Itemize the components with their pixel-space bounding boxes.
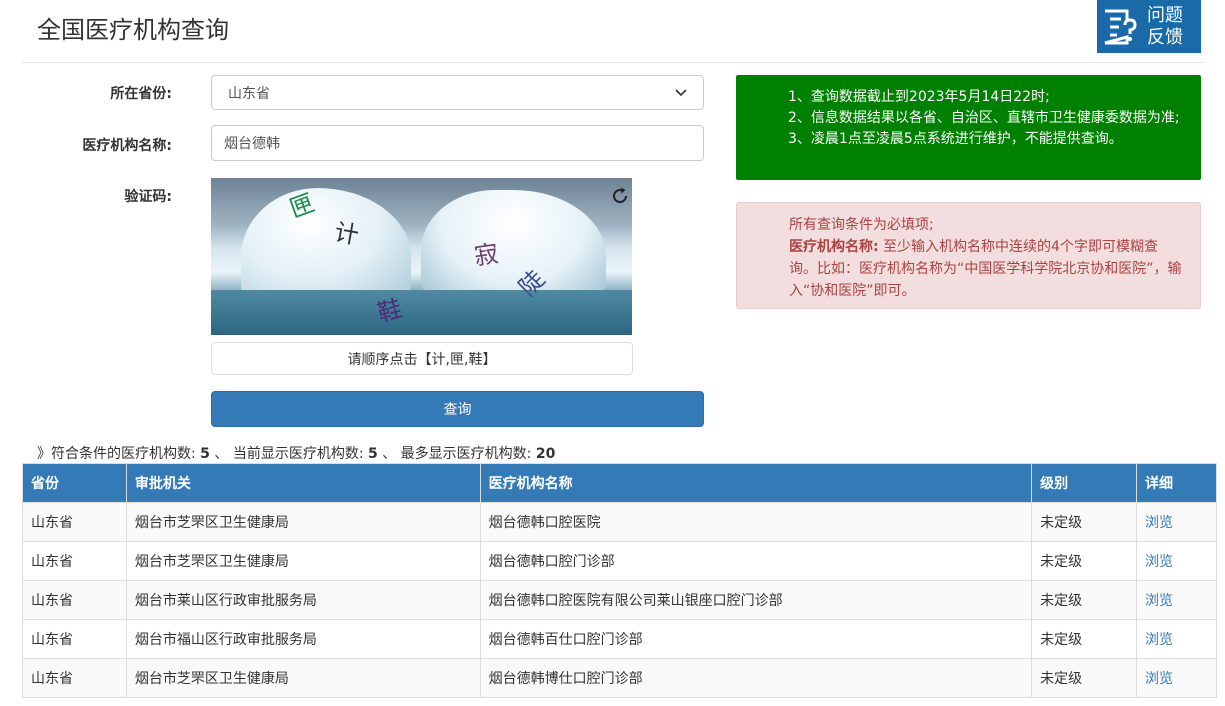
notice-warning-line2: 医疗机构名称: 至少输入机构名称中连续的4个字即可模糊查询。比如：医疗机构名称为… bbox=[789, 236, 1182, 302]
cell-level: 未定级 bbox=[1031, 541, 1138, 581]
cell-detail: 浏览 bbox=[1136, 619, 1217, 659]
refresh-icon[interactable] bbox=[610, 186, 630, 206]
browse-link[interactable]: 浏览 bbox=[1145, 671, 1173, 687]
table-row: 山东省 烟台市芝罘区卫生健康局 烟台德韩口腔医院 未定级 浏览 bbox=[22, 502, 1217, 542]
cell-authority: 烟台市福山区行政审批服务局 bbox=[125, 619, 481, 659]
notice-info-line: 2、信息数据结果以各省、自治区、直辖市卫生健康委数据为准; bbox=[788, 110, 1180, 126]
cell-province: 山东省 bbox=[22, 502, 127, 542]
column-header-detail: 详细 bbox=[1136, 463, 1217, 503]
cell-level: 未定级 bbox=[1031, 580, 1138, 620]
summary-match-count: 5 bbox=[200, 446, 210, 462]
browse-link[interactable]: 浏览 bbox=[1145, 554, 1173, 570]
cell-province: 山东省 bbox=[22, 619, 127, 659]
feedback-button[interactable]: 问题 反馈 bbox=[1097, 0, 1201, 53]
header-divider bbox=[22, 62, 1203, 63]
feedback-label: 问题 反馈 bbox=[1141, 5, 1183, 49]
summary-shown-label: 、 当前显示医疗机构数: bbox=[214, 446, 364, 462]
captcha-char[interactable]: 寂 bbox=[472, 234, 501, 272]
summary-max-label: 、 最多显示医疗机构数: bbox=[382, 446, 532, 462]
notice-warning-bold: 医疗机构名称: bbox=[789, 239, 879, 255]
captcha-water bbox=[211, 290, 632, 335]
browse-link[interactable]: 浏览 bbox=[1145, 593, 1173, 609]
cell-institution: 烟台德韩口腔医院有限公司莱山银座口腔门诊部 bbox=[479, 580, 1033, 620]
cell-authority: 烟台市芝罘区卫生健康局 bbox=[125, 502, 481, 542]
chevron-down-icon bbox=[675, 85, 687, 101]
notice-info-line: 3、凌晨1点至凌晨5点系统进行维护，不能提供查询。 bbox=[788, 131, 1123, 147]
cell-institution: 烟台德韩口腔门诊部 bbox=[479, 541, 1033, 581]
feedback-label-line2: 反馈 bbox=[1147, 26, 1183, 48]
cell-detail: 浏览 bbox=[1136, 541, 1217, 581]
notice-info: 1、查询数据截止到2023年5月14日22时; 2、信息数据结果以各省、自治区、… bbox=[736, 75, 1201, 180]
results-table: 省份 审批机关 医疗机构名称 级别 详细 山东省 烟台市芝罘区卫生健康局 烟台德… bbox=[22, 463, 1217, 698]
summary-prefix: 》符合条件的医疗机构数: bbox=[37, 446, 196, 462]
captcha-image[interactable]: 匣 计 寂 陡 鞋 bbox=[211, 178, 632, 335]
cell-level: 未定级 bbox=[1031, 619, 1138, 659]
page-title: 全国医疗机构查询 bbox=[37, 16, 229, 44]
cell-level: 未定级 bbox=[1031, 658, 1138, 698]
institution-name-input[interactable] bbox=[211, 125, 704, 161]
notice-warning-line1: 所有查询条件为必填项; bbox=[789, 217, 934, 233]
cell-province: 山东省 bbox=[22, 541, 127, 581]
result-summary: 》符合条件的医疗机构数: 5 、 当前显示医疗机构数: 5 、 最多显示医疗机构… bbox=[37, 443, 555, 463]
table-row: 山东省 烟台市福山区行政审批服务局 烟台德韩百仕口腔门诊部 未定级 浏览 bbox=[22, 619, 1217, 659]
query-button[interactable]: 查询 bbox=[211, 391, 704, 427]
cell-province: 山东省 bbox=[22, 580, 127, 620]
cell-institution: 烟台德韩百仕口腔门诊部 bbox=[479, 619, 1033, 659]
table-header-row: 省份 审批机关 医疗机构名称 级别 详细 bbox=[22, 463, 1217, 503]
cell-institution: 烟台德韩口腔医院 bbox=[479, 502, 1033, 542]
browse-link[interactable]: 浏览 bbox=[1145, 515, 1173, 531]
column-header-institution: 医疗机构名称 bbox=[479, 463, 1033, 503]
captcha-iceberg-left bbox=[241, 188, 411, 303]
cell-authority: 烟台市芝罘区卫生健康局 bbox=[125, 541, 481, 581]
column-header-level: 级别 bbox=[1031, 463, 1138, 503]
browse-link[interactable]: 浏览 bbox=[1145, 632, 1173, 648]
province-select[interactable]: 山东省 bbox=[211, 75, 704, 110]
feedback-icon bbox=[1097, 0, 1141, 53]
notice-warning: 所有查询条件为必填项; 医疗机构名称: 至少输入机构名称中连续的4个字即可模糊查… bbox=[736, 202, 1201, 309]
province-select-value: 山东省 bbox=[228, 85, 270, 102]
feedback-label-line1: 问题 bbox=[1147, 4, 1183, 26]
summary-shown-count: 5 bbox=[368, 446, 378, 462]
summary-max-count: 20 bbox=[535, 446, 556, 462]
column-header-province: 省份 bbox=[22, 463, 127, 503]
cell-detail: 浏览 bbox=[1136, 580, 1217, 620]
table-row: 山东省 烟台市莱山区行政审批服务局 烟台德韩口腔医院有限公司莱山银座口腔门诊部 … bbox=[22, 580, 1217, 620]
column-header-authority: 审批机关 bbox=[125, 463, 481, 503]
province-label: 所在省份: bbox=[110, 86, 172, 102]
captcha-iceberg-right bbox=[421, 190, 606, 300]
table-row: 山东省 烟台市芝罘区卫生健康局 烟台德韩博仕口腔门诊部 未定级 浏览 bbox=[22, 658, 1217, 698]
cell-authority: 烟台市莱山区行政审批服务局 bbox=[125, 580, 481, 620]
institution-name-label: 医疗机构名称: bbox=[82, 138, 172, 154]
captcha-hint: 请顺序点击【计,匣,鞋】 bbox=[211, 342, 633, 375]
cell-province: 山东省 bbox=[22, 658, 127, 698]
cell-detail: 浏览 bbox=[1136, 658, 1217, 698]
table-row: 山东省 烟台市芝罘区卫生健康局 烟台德韩口腔门诊部 未定级 浏览 bbox=[22, 541, 1217, 581]
cell-institution: 烟台德韩博仕口腔门诊部 bbox=[479, 658, 1033, 698]
captcha-label: 验证码: bbox=[124, 189, 172, 205]
cell-authority: 烟台市芝罘区卫生健康局 bbox=[125, 658, 481, 698]
cell-detail: 浏览 bbox=[1136, 502, 1217, 542]
cell-level: 未定级 bbox=[1031, 502, 1138, 542]
notice-info-line: 1、查询数据截止到2023年5月14日22时; bbox=[788, 89, 1050, 105]
